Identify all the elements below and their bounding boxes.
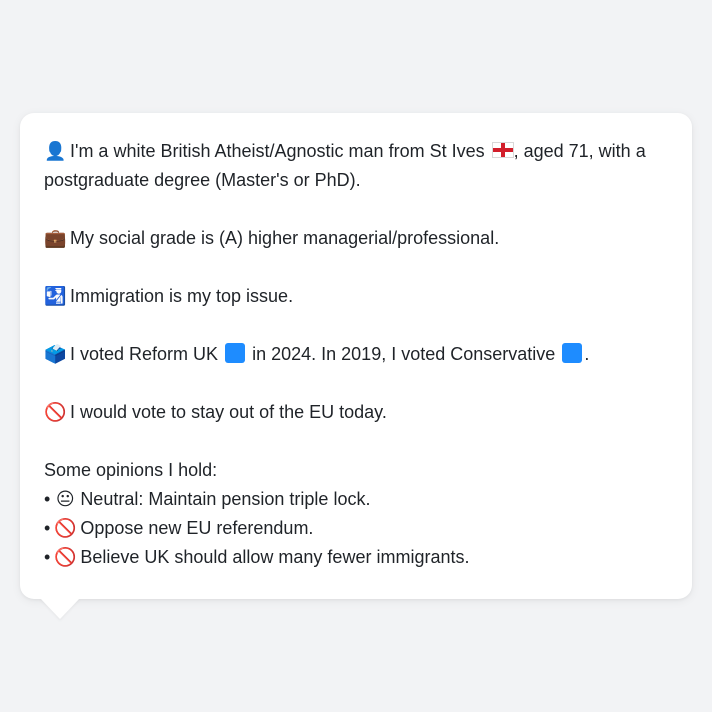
passport-control-icon: 🛂 [44,286,67,306]
vote-text-part2: in 2024. In 2019, I voted Conservative [252,344,556,364]
eu-stance-text: I would vote to stay out of the EU today… [70,402,387,422]
prohibited-icon: 🚫 [54,547,77,567]
list-item: • 😐 Neutral: Maintain pension triple lock. [44,485,668,514]
list-item: • 🚫 Believe UK should allow many fewer imm… [44,543,668,572]
opinion-text: Oppose new EU referendum. [80,518,314,538]
speech-bubble-tail [40,598,80,619]
opinions-list: • 😐 Neutral: Maintain pension triple lock.… [44,485,668,572]
vote-text-part3: . [584,344,590,364]
bullet: • [44,489,51,509]
prohibited-icon: 🚫 [44,402,67,422]
voting-history-line: 🗳️ I voted Reform UK in 2024. In 2019, I … [44,340,668,369]
intro-text-start: I'm a white British Atheist/Agnostic man… [70,141,485,161]
top-issue-line: 🛂 Immigration is my top issue. [44,282,668,311]
persona-description: 👤 I'm a white British Atheist/Agnostic ma… [44,137,668,572]
england-flag-icon [491,142,514,158]
person-icon: 👤 [44,141,67,161]
opinion-text: Neutral: Maintain pension triple lock. [80,489,371,509]
eu-stance-line: 🚫 I would vote to stay out of the EU toda… [44,398,668,427]
intro-line: 👤 I'm a white British Atheist/Agnostic ma… [44,137,668,195]
list-item: • 🚫 Oppose new EU referendum. [44,514,668,543]
social-grade-line: 💼 My social grade is (A) higher manageria… [44,224,668,253]
vote-text-part1: I voted Reform UK [70,344,219,364]
ballot-box-icon: 🗳️ [44,344,67,364]
bullet: • [44,518,51,538]
persona-speech-bubble: 👤 I'm a white British Atheist/Agnostic ma… [20,113,692,599]
reform-blue-square-icon [225,343,246,363]
bullet: • [44,547,51,567]
opinions-section: Some opinions I hold: • 😐 Neutral: Maintai… [44,456,668,572]
briefcase-icon: 💼 [44,228,67,248]
opinions-heading: Some opinions I hold: [44,460,218,480]
opinion-text: Believe UK should allow many fewer immig… [80,547,470,567]
neutral-face-icon: 😐 [55,489,75,509]
conservative-blue-square-icon [562,343,583,363]
social-grade-text: My social grade is (A) higher managerial… [70,228,500,248]
top-issue-text: Immigration is my top issue. [70,286,294,306]
prohibited-icon: 🚫 [54,518,77,538]
